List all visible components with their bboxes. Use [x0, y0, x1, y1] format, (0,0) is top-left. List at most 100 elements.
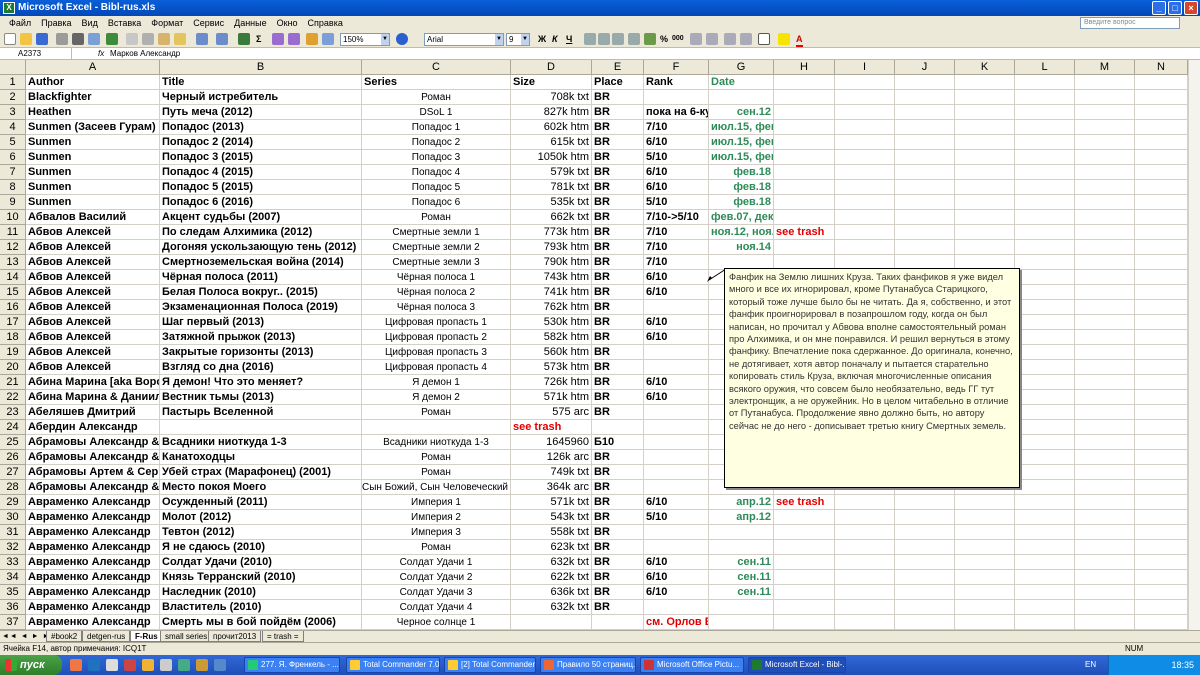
empty-cell[interactable]	[1015, 285, 1075, 300]
size-cell[interactable]: 579k txt	[511, 165, 592, 180]
column-header[interactable]: K	[955, 60, 1015, 75]
size-cell[interactable]: 749k txt	[511, 465, 592, 480]
empty-cell[interactable]	[1135, 600, 1188, 615]
date-cell[interactable]: сен.11	[709, 585, 774, 600]
empty-cell[interactable]	[1135, 615, 1188, 630]
note-cell[interactable]: see trash	[774, 225, 835, 240]
size-cell[interactable]: 793k htm	[511, 240, 592, 255]
title-cell[interactable]: Попадос (2013)	[160, 120, 362, 135]
empty-cell[interactable]	[1135, 375, 1188, 390]
quicklaunch-desktop-icon[interactable]	[106, 659, 118, 671]
place-cell[interactable]: BR	[592, 195, 644, 210]
author-cell[interactable]: Sunmen	[26, 180, 160, 195]
increase-indent-icon[interactable]	[740, 33, 752, 45]
note-cell[interactable]	[774, 555, 835, 570]
place-cell[interactable]: BR	[592, 495, 644, 510]
empty-cell[interactable]	[1015, 150, 1075, 165]
place-cell[interactable]: BR	[592, 570, 644, 585]
row-header[interactable]: 24	[0, 420, 26, 435]
title-cell[interactable]: Затяжной прыжок (2013)	[160, 330, 362, 345]
empty-cell[interactable]	[835, 180, 895, 195]
size-cell[interactable]: 535k txt	[511, 195, 592, 210]
column-header[interactable]: A	[26, 60, 160, 75]
date-cell[interactable]: ноя.12, ноя.	[709, 225, 774, 240]
empty-cell[interactable]	[1135, 450, 1188, 465]
author-cell[interactable]: Абвов Алексей	[26, 300, 160, 315]
empty-cell[interactable]	[1075, 420, 1135, 435]
empty-cell[interactable]	[1135, 540, 1188, 555]
size-cell[interactable]: 364k arc	[511, 480, 592, 495]
menu-item[interactable]: Данные	[229, 16, 272, 30]
autosum-icon[interactable]: Σ	[256, 33, 261, 45]
title-cell[interactable]: Князь Терранский (2010)	[160, 570, 362, 585]
empty-cell[interactable]	[1015, 510, 1075, 525]
font-color-icon[interactable]: A	[796, 33, 803, 47]
row-header[interactable]: 32	[0, 540, 26, 555]
author-cell[interactable]: Авраменко Александр	[26, 525, 160, 540]
empty-cell[interactable]	[1135, 480, 1188, 495]
empty-cell[interactable]	[835, 495, 895, 510]
author-cell[interactable]: Авраменко Александр	[26, 495, 160, 510]
title-cell[interactable]: Путь меча (2012)	[160, 105, 362, 120]
title-cell[interactable]: Попадос 2 (2014)	[160, 135, 362, 150]
empty-cell[interactable]	[1015, 180, 1075, 195]
note-cell[interactable]	[774, 570, 835, 585]
row-header[interactable]: 15	[0, 285, 26, 300]
empty-cell[interactable]	[835, 90, 895, 105]
empty-cell[interactable]	[895, 150, 955, 165]
row-header[interactable]: 7	[0, 165, 26, 180]
author-cell[interactable]: Авраменко Александр	[26, 555, 160, 570]
date-cell[interactable]: фев.18	[709, 165, 774, 180]
title-cell[interactable]: Канатоходцы	[160, 450, 362, 465]
author-cell[interactable]: Sunmen	[26, 165, 160, 180]
empty-cell[interactable]	[1015, 300, 1075, 315]
empty-cell[interactable]	[1135, 240, 1188, 255]
quicklaunch-ie-icon[interactable]	[88, 659, 100, 671]
empty-cell[interactable]	[1075, 375, 1135, 390]
row-header[interactable]: 3	[0, 105, 26, 120]
empty-cell[interactable]	[955, 555, 1015, 570]
note-cell[interactable]	[774, 510, 835, 525]
empty-cell[interactable]	[835, 555, 895, 570]
sheet-tab[interactable]: = trash =	[262, 631, 304, 642]
copy-icon[interactable]	[142, 33, 154, 45]
size-cell[interactable]: 1645960	[511, 435, 592, 450]
row-header[interactable]: 29	[0, 495, 26, 510]
date-cell[interactable]	[709, 90, 774, 105]
author-cell[interactable]: Абвов Алексей	[26, 285, 160, 300]
size-cell[interactable]: Size	[511, 75, 592, 90]
date-cell[interactable]: сен.11	[709, 555, 774, 570]
rank-cell[interactable]: 5/10	[644, 195, 709, 210]
place-cell[interactable]: BR	[592, 270, 644, 285]
author-cell[interactable]: Абрамовы Александр & С	[26, 480, 160, 495]
empty-cell[interactable]	[1135, 495, 1188, 510]
empty-cell[interactable]	[1075, 570, 1135, 585]
author-cell[interactable]: Абвов Алексей	[26, 240, 160, 255]
undo-icon[interactable]	[196, 33, 208, 45]
note-cell[interactable]	[774, 120, 835, 135]
sheet-tab[interactable]: small series	[160, 631, 213, 642]
place-cell[interactable]: BR	[592, 465, 644, 480]
rank-cell[interactable]: 6/10	[644, 570, 709, 585]
empty-cell[interactable]	[1135, 300, 1188, 315]
title-cell[interactable]: Экзаменационная Полоса (2019)	[160, 300, 362, 315]
author-cell[interactable]: Абвов Алексей	[26, 255, 160, 270]
empty-cell[interactable]	[1015, 120, 1075, 135]
rank-cell[interactable]: 6/10	[644, 165, 709, 180]
title-cell[interactable]: Догоняя ускользающую тень (2012)	[160, 240, 362, 255]
date-cell[interactable]: апр.12	[709, 495, 774, 510]
note-cell[interactable]	[774, 615, 835, 630]
column-header[interactable]: B	[160, 60, 362, 75]
empty-cell[interactable]	[955, 180, 1015, 195]
series-cell[interactable]	[362, 420, 511, 435]
empty-cell[interactable]	[1015, 165, 1075, 180]
empty-cell[interactable]	[895, 585, 955, 600]
row-header[interactable]: 25	[0, 435, 26, 450]
empty-cell[interactable]	[1075, 270, 1135, 285]
row-header[interactable]: 16	[0, 300, 26, 315]
menu-item[interactable]: Формат	[146, 16, 188, 30]
empty-cell[interactable]	[835, 240, 895, 255]
row-header[interactable]: 5	[0, 135, 26, 150]
place-cell[interactable]: BR	[592, 300, 644, 315]
series-cell[interactable]: Чёрная полоса 1	[362, 270, 511, 285]
